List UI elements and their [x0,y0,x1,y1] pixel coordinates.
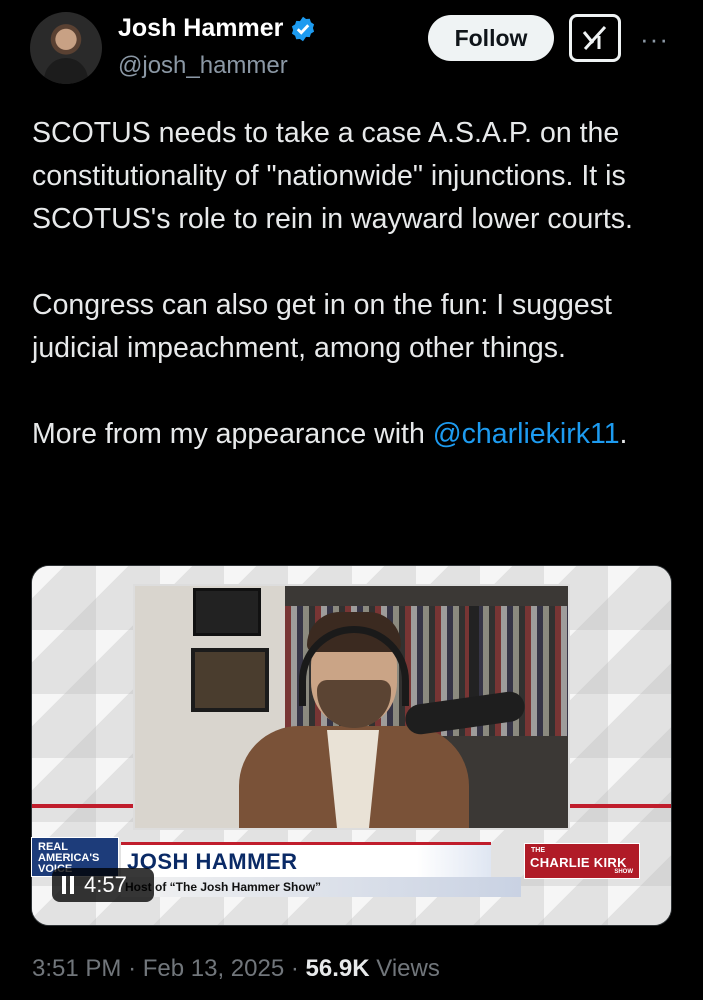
mention-link[interactable]: @charliekirk11 [433,418,620,450]
follow-button[interactable]: Follow [428,15,554,61]
meta-separator: · [128,955,137,982]
author-name[interactable]: Josh Hammer [118,14,283,43]
tweet-paragraph-3-suffix: . [619,418,628,450]
show-logo-main: CHARLIE KIRK [530,855,627,870]
tweet-time[interactable]: 3:51 PM [32,955,121,982]
tweet-meta: 3:51 PM · Feb 13, 2025 · 56.9K Views [32,955,440,983]
grok-glyph-icon [582,25,607,51]
avatar[interactable] [30,12,102,84]
pause-icon[interactable] [62,876,74,894]
show-logo-the: THE [531,847,545,854]
wall-diploma [191,648,269,712]
lower-third-name-bar: JOSH HAMMER [121,842,491,878]
tweet-text: SCOTUS needs to take a case A.S.A.P. on … [32,112,682,499]
tweet-header: Josh Hammer @josh_hammer Follow ··· [0,0,703,100]
lower-third-subtitle-bar: Host of “The Josh Hammer Show” [121,877,521,897]
author-name-row[interactable]: Josh Hammer [118,14,317,43]
author-handle[interactable]: @josh_hammer [118,52,288,80]
video-duration-pill[interactable]: 4:57 [52,868,154,902]
grok-icon[interactable] [569,14,621,62]
tweet-date[interactable]: Feb 13, 2025 [143,955,284,982]
views-label: Views [376,955,440,982]
lower-third-subtitle: Host of “The Josh Hammer Show” [125,880,322,894]
tweet-paragraph-3: More from my appearance with @charliekir… [32,413,682,456]
views-count[interactable]: 56.9K [306,955,370,982]
show-logo-show: SHOW [614,869,633,875]
video-duration: 4:57 [84,872,127,897]
verified-badge-icon [292,16,315,41]
meta-separator-2: · [290,955,299,982]
wall-frame [193,588,261,636]
tweet-paragraph-3-prefix: More from my appearance with [32,418,433,450]
show-logo: THE CHARLIE KIRK SHOW [524,843,640,879]
tweet-paragraph-1: SCOTUS needs to take a case A.S.A.P. on … [32,117,633,235]
tweet-paragraph-2: Congress can also get in on the fun: I s… [32,289,612,364]
more-icon[interactable]: ··· [640,24,669,55]
video-frame [133,584,570,830]
